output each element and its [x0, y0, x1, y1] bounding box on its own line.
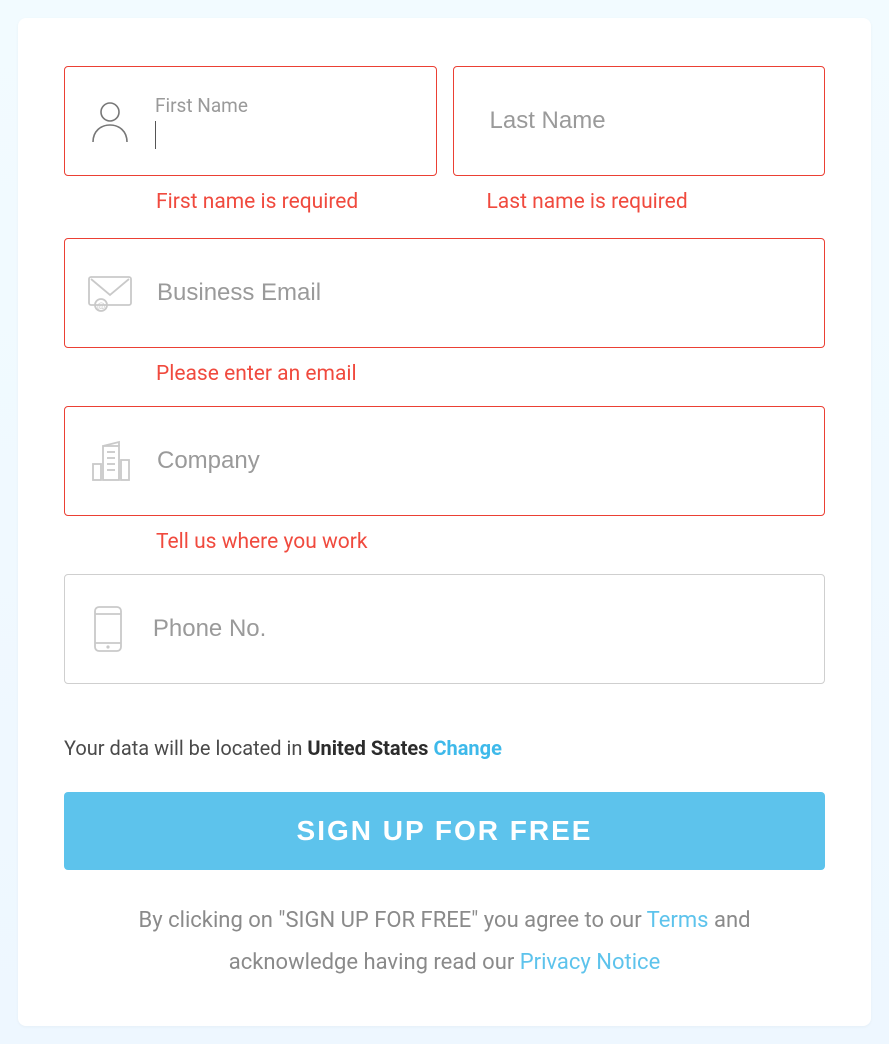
legal-text: By clicking on "SIGN UP FOR FREE" you ag… — [64, 900, 825, 984]
privacy-link[interactable]: Privacy Notice — [520, 950, 661, 975]
company-input[interactable] — [155, 446, 802, 476]
svg-text:@: @ — [97, 302, 105, 312]
last-name-input[interactable] — [488, 106, 803, 136]
email-error: Please enter an email — [156, 362, 825, 386]
first-name-group: First Name First name is required — [64, 66, 437, 234]
first-name-error: First name is required — [156, 190, 437, 214]
phone-group — [64, 574, 825, 684]
email-input[interactable] — [155, 278, 802, 308]
email-icon: @ — [87, 273, 133, 313]
first-name-input[interactable] — [156, 121, 414, 149]
email-group: @ Please enter an email — [64, 238, 825, 386]
location-prefix: Your data will be located in — [64, 736, 307, 760]
phone-icon — [87, 605, 129, 653]
person-icon — [87, 98, 133, 144]
first-name-field[interactable]: First Name — [64, 66, 437, 176]
data-location-line: Your data will be located in United Stat… — [64, 736, 825, 760]
signup-button[interactable]: SIGN UP FOR FREE — [64, 792, 825, 870]
phone-field[interactable] — [64, 574, 825, 684]
location-country: United States — [307, 736, 428, 760]
phone-input[interactable] — [151, 614, 802, 644]
last-name-field[interactable] — [453, 66, 826, 176]
terms-link[interactable]: Terms — [647, 908, 709, 933]
name-row: First Name First name is required Last n… — [64, 66, 825, 234]
email-field[interactable]: @ — [64, 238, 825, 348]
legal-before: By clicking on "SIGN UP FOR FREE" you ag… — [139, 908, 647, 933]
first-name-label: First Name — [155, 94, 414, 117]
building-icon — [87, 438, 133, 484]
company-field[interactable] — [64, 406, 825, 516]
change-location-link[interactable]: Change — [433, 736, 501, 760]
signup-card: First Name First name is required Last n… — [18, 18, 871, 1026]
last-name-error: Last name is required — [487, 190, 826, 214]
last-name-group: Last name is required — [453, 66, 826, 234]
company-error: Tell us where you work — [156, 530, 825, 554]
company-group: Tell us where you work — [64, 406, 825, 554]
